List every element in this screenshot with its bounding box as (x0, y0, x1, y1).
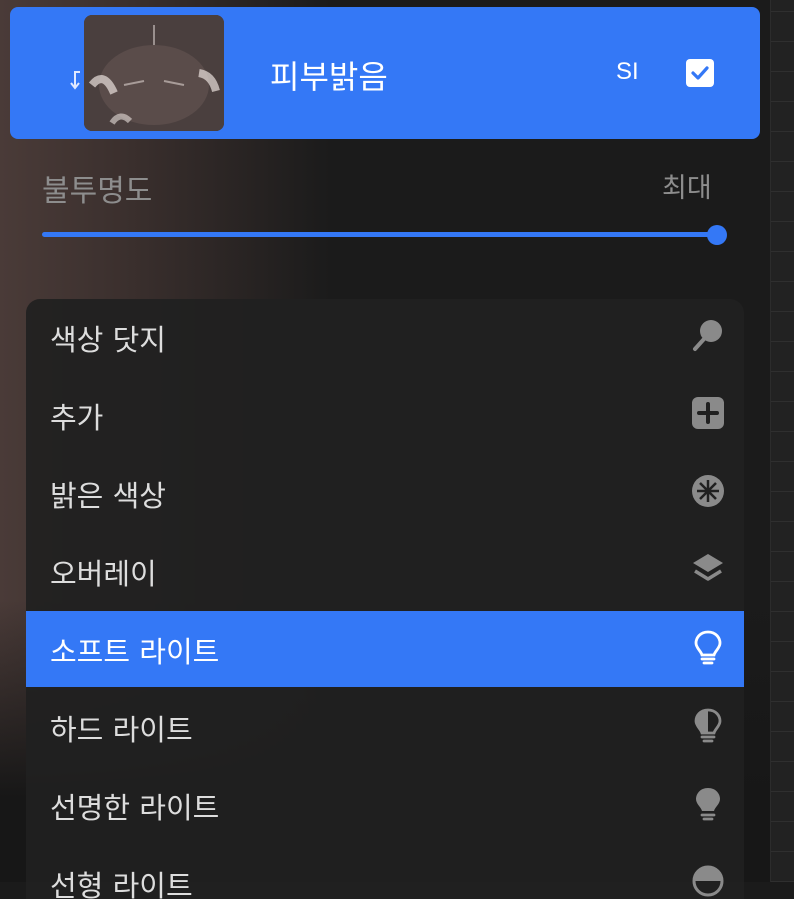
opacity-label: 불투명도 (42, 174, 153, 209)
menu-item-label: 소프트 라이트 (50, 635, 220, 669)
menu-item-add[interactable]: 추가 (26, 377, 744, 453)
check-icon (691, 66, 709, 80)
opacity-value: 최대 (662, 173, 712, 204)
menu-item-label: 추가 (50, 401, 104, 435)
menu-item-label: 선형 라이트 (50, 869, 193, 899)
layers-icon (693, 554, 723, 581)
magnifier-icon (693, 320, 722, 351)
plus-square-icon (692, 397, 724, 429)
menu-item-vivid-light[interactable]: 선명한 라이트 (26, 767, 744, 843)
canvas-grid-edge (770, 0, 794, 882)
menu-item-label: 하드 라이트 (50, 713, 193, 747)
lightbulb-filled-icon (696, 788, 720, 821)
menu-item-lighter-color[interactable]: 밝은 색상 (26, 455, 744, 531)
thumbnail-art (84, 15, 224, 131)
menu-item-label: 선명한 라이트 (50, 791, 220, 825)
opacity-slider[interactable] (42, 232, 722, 237)
blend-mode-menu: 색상 닷지 추가 밝은 색상 오버레이 소프트 라이트 하드 라이트 선명한 라… (26, 299, 744, 899)
half-circle-icon (692, 865, 724, 897)
layer-name[interactable]: 피부밝음 (270, 52, 388, 98)
lightbulb-half-icon (694, 708, 722, 743)
starburst-icon (692, 475, 724, 507)
lightbulb-outline-icon (694, 630, 722, 665)
menu-item-color-dodge[interactable]: 색상 닷지 (26, 299, 744, 375)
menu-item-label: 색상 닷지 (50, 323, 166, 357)
menu-item-linear-light[interactable]: 선형 라이트 (26, 845, 744, 899)
opacity-slider-handle[interactable] (707, 225, 727, 245)
menu-item-label: 오버레이 (50, 557, 157, 591)
menu-item-soft-light[interactable]: 소프트 라이트 (26, 611, 744, 687)
menu-item-label: 밝은 색상 (50, 479, 166, 513)
menu-item-hard-light[interactable]: 하드 라이트 (26, 689, 744, 765)
menu-item-overlay[interactable]: 오버레이 (26, 533, 744, 609)
blend-mode-button[interactable]: SI (616, 58, 639, 86)
layer-thumbnail[interactable] (84, 15, 224, 131)
visibility-checkbox[interactable] (686, 59, 714, 87)
